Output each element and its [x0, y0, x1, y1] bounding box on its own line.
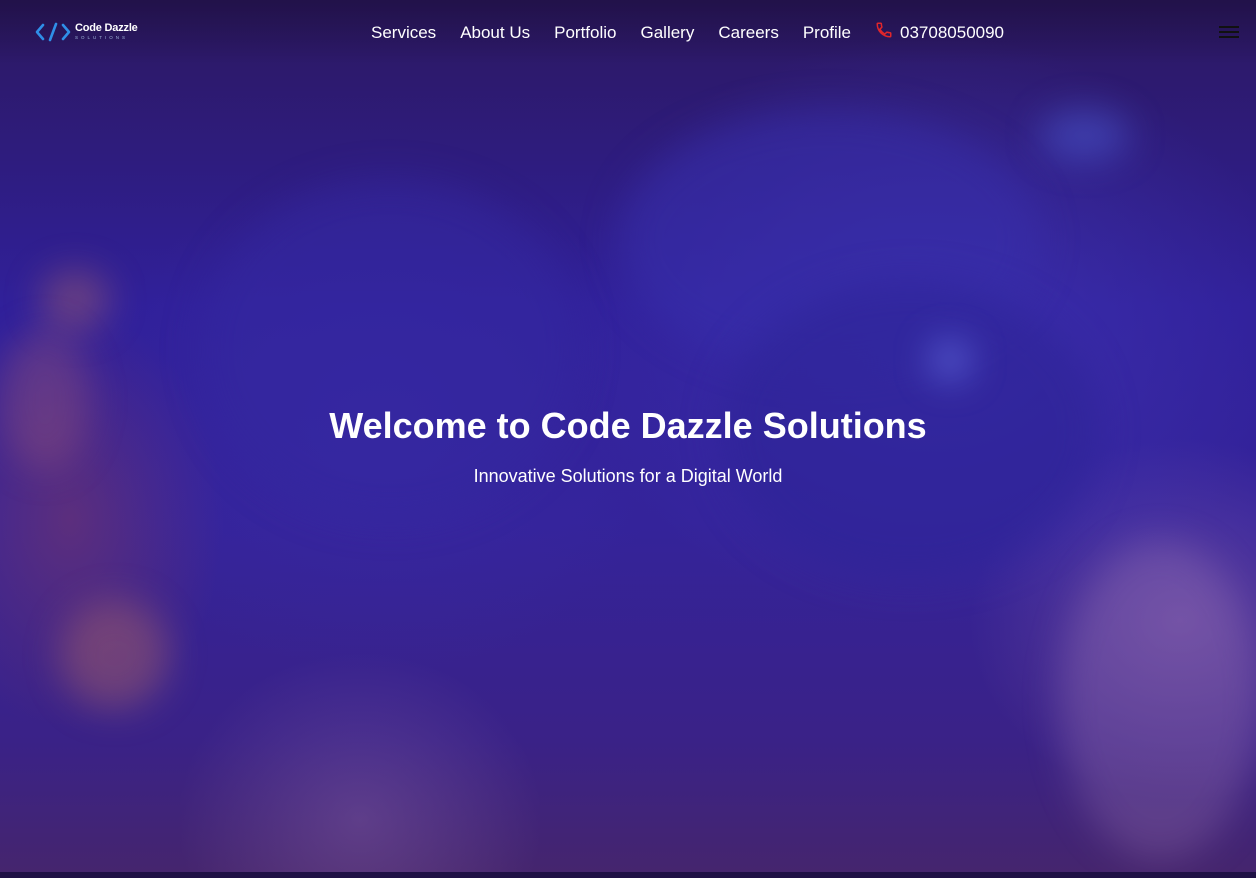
section-divider [0, 872, 1256, 878]
brand-name: Code Dazzle [75, 22, 138, 35]
menu-bar [1219, 26, 1239, 28]
menu-bar [1219, 31, 1239, 33]
logo-text: Code Dazzle SOLUTIONS [75, 23, 138, 41]
brand-tagline: SOLUTIONS [75, 35, 129, 41]
nav-item-services[interactable]: Services [371, 23, 436, 43]
background-shape [1060, 540, 1256, 860]
nav-item-about-us[interactable]: About Us [460, 23, 530, 43]
main-nav: Services About Us Portfolio Gallery Care… [371, 21, 1004, 44]
menu-bar [1219, 36, 1239, 38]
hero-subtitle: Innovative Solutions for a Digital World [473, 466, 783, 486]
brand-logo[interactable]: Code Dazzle SOLUTIONS [35, 20, 138, 44]
hero-title: Welcome to Code Dazzle Solutions [329, 405, 927, 446]
background-shape [930, 340, 970, 380]
nav-item-profile[interactable]: Profile [803, 23, 851, 43]
background-shape [620, 110, 1040, 370]
hero-content: Welcome to Code Dazzle Solutions Innovat… [0, 404, 1256, 487]
code-brackets-icon [35, 20, 71, 44]
navbar: Code Dazzle SOLUTIONS Services About Us … [0, 0, 1256, 64]
phone-number: 03708050090 [900, 22, 1005, 42]
background-shape [1040, 110, 1130, 160]
nav-item-gallery[interactable]: Gallery [641, 23, 695, 43]
hamburger-menu-icon[interactable] [1219, 25, 1239, 39]
nav-item-careers[interactable]: Careers [718, 23, 778, 43]
hero-section: Code Dazzle SOLUTIONS Services About Us … [0, 0, 1256, 872]
nav-item-portfolio[interactable]: Portfolio [554, 23, 616, 43]
background-shape [40, 270, 110, 330]
phone-icon [875, 21, 900, 44]
phone-link[interactable]: 03708050090 [875, 21, 1004, 44]
background-shape [60, 600, 170, 710]
